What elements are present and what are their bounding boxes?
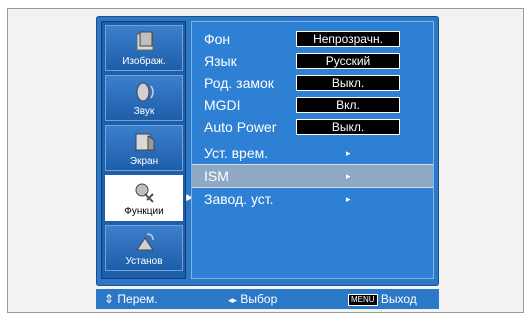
category-sidebar: Изображ. Звук Экран Функции ▶ Установ (101, 21, 193, 279)
sound-icon (136, 82, 154, 102)
menu-row-parental-lock[interactable]: Род. замок Выкл. (192, 72, 433, 94)
picture-icon (136, 31, 154, 51)
row-value: Русский (296, 53, 400, 69)
sidebar-item-setup[interactable]: Установ (105, 225, 183, 271)
sidebar-item-label: Установ (125, 256, 163, 267)
sidebar-item-function[interactable]: Функции ▶ (105, 175, 193, 221)
row-label: Язык (204, 53, 237, 69)
submenu-arrow-icon: ▸ (346, 194, 351, 204)
sidebar-item-label: Функции (106, 206, 182, 217)
row-value: Выкл. (296, 75, 400, 91)
row-label: Завод. уст. (204, 191, 274, 207)
settings-panel: Фон Непрозрачн. Язык Русский Род. замок … (191, 21, 434, 279)
sidebar-item-screen[interactable]: Экран (105, 125, 183, 171)
menu-row-language[interactable]: Язык Русский (192, 50, 433, 72)
row-value: Выкл. (296, 119, 400, 135)
submenu-arrow-icon: ▸ (346, 148, 351, 158)
row-value: Вкл. (296, 97, 400, 113)
screen-icon (135, 133, 155, 151)
menu-row-ism[interactable]: ISM ▸ (192, 164, 433, 188)
menu-key-icon: MENU (348, 294, 378, 306)
submenu-arrow-icon: ▸ (346, 171, 351, 181)
sidebar-item-label: Изображ. (122, 56, 166, 67)
row-label: Уст. врем. (204, 145, 269, 161)
setup-icon (136, 233, 154, 251)
exit-label: Выход (380, 292, 417, 306)
row-label: Auto Power (204, 119, 277, 135)
leftright-icon: ◂▸ (228, 295, 238, 305)
help-bar: ⇕ Перем. ◂▸ Выбор MENU Выход (96, 289, 439, 309)
select-label: Выбор (240, 292, 278, 306)
sidebar-item-sound[interactable]: Звук (105, 75, 183, 121)
sidebar-item-label: Звук (133, 106, 155, 117)
menu-row-background[interactable]: Фон Непрозрачн. (192, 28, 433, 50)
menu-row-mgdi[interactable]: MGDI Вкл. (192, 94, 433, 116)
menu-row-factory-reset[interactable]: Завод. уст. ▸ (192, 188, 433, 210)
select-hint: ◂▸ Выбор (228, 289, 277, 310)
row-label: ISM (204, 168, 229, 184)
sidebar-item-label: Экран (129, 156, 159, 167)
row-label: Род. замок (204, 75, 274, 91)
row-label: Фон (204, 31, 231, 47)
exit-hint: MENU Выход (348, 289, 417, 309)
row-label: MGDI (204, 97, 241, 113)
row-value: Непрозрачн. (296, 31, 400, 47)
menu-row-auto-power[interactable]: Auto Power Выкл. (192, 116, 433, 138)
sidebar-item-picture[interactable]: Изображ. (105, 25, 183, 71)
function-icon (135, 183, 154, 203)
updown-icon: ⇕ (104, 292, 115, 306)
move-label: Перем. (117, 292, 158, 306)
move-hint: ⇕ Перем. (104, 289, 158, 309)
menu-row-time-setup[interactable]: Уст. врем. ▸ (192, 142, 433, 164)
